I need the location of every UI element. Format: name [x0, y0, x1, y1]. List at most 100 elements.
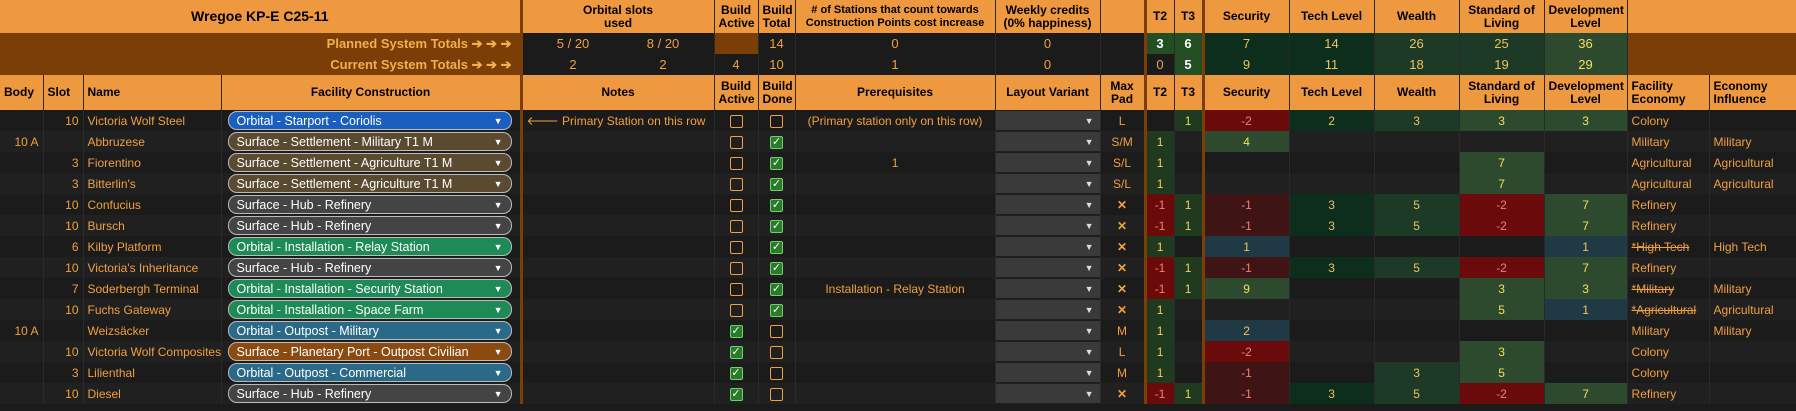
slot-cell[interactable]: 3: [43, 173, 84, 194]
name-cell[interactable]: Weizsäcker: [83, 320, 222, 341]
body-cell[interactable]: [0, 299, 44, 320]
facility-dropdown[interactable]: Orbital - Outpost - Military ▼: [227, 321, 512, 340]
checkbox-icon[interactable]: ✓: [729, 387, 743, 401]
checkbox-icon[interactable]: ✓: [729, 366, 743, 380]
dropdown-caret-icon[interactable]: ▼: [494, 137, 503, 147]
build-active-checkbox[interactable]: [714, 299, 759, 320]
checkbox-icon[interactable]: [770, 324, 784, 338]
body-cell[interactable]: [0, 236, 44, 257]
layout-dropdown[interactable]: ▼: [995, 300, 1100, 319]
slot-cell[interactable]: 6: [43, 236, 84, 257]
dropdown-caret-icon[interactable]: ▼: [494, 179, 503, 189]
layout-dropdown[interactable]: ▼: [995, 153, 1100, 172]
build-done-checkbox[interactable]: [758, 341, 796, 362]
facility-select[interactable]: Surface - Hub - Refinery ▼: [221, 215, 522, 236]
checkbox-icon[interactable]: ✓: [770, 282, 784, 296]
facility-select[interactable]: Surface - Hub - Refinery ▼: [221, 194, 522, 215]
build-active-checkbox[interactable]: ✓: [714, 320, 759, 341]
facility-select[interactable]: Surface - Hub - Refinery ▼: [221, 383, 522, 404]
build-active-checkbox[interactable]: [714, 110, 759, 131]
slot-cell[interactable]: 3: [43, 152, 84, 173]
layout-dropdown[interactable]: ▼: [995, 174, 1100, 193]
layout-variant-select[interactable]: ▼: [995, 131, 1101, 152]
dropdown-caret-icon[interactable]: ▼: [494, 305, 503, 315]
facility-dropdown[interactable]: Orbital - Installation - Relay Station ▼: [227, 237, 512, 256]
notes-cell[interactable]: 🡐 Primary Station on this row: [519, 110, 715, 131]
dropdown-caret-icon[interactable]: ▼: [1085, 158, 1094, 168]
build-done-checkbox[interactable]: ✓: [758, 173, 796, 194]
layout-variant-select[interactable]: ▼: [995, 341, 1101, 362]
facility-select[interactable]: Orbital - Outpost - Commercial ▼: [221, 362, 522, 383]
dropdown-caret-icon[interactable]: ▼: [494, 221, 503, 231]
checkbox-icon[interactable]: ✓: [770, 303, 784, 317]
body-cell[interactable]: [0, 152, 44, 173]
body-cell[interactable]: [0, 341, 44, 362]
checkbox-icon[interactable]: [770, 366, 784, 380]
notes-cell[interactable]: [519, 173, 715, 194]
build-active-checkbox[interactable]: ✓: [714, 341, 759, 362]
facility-select[interactable]: Orbital - Installation - Space Farm ▼: [221, 299, 522, 320]
checkbox-icon[interactable]: ✓: [770, 261, 784, 275]
build-active-checkbox[interactable]: ✓: [714, 362, 759, 383]
facility-select[interactable]: Surface - Settlement - Military T1 M ▼: [221, 131, 522, 152]
facility-select[interactable]: Orbital - Outpost - Military ▼: [221, 320, 522, 341]
checkbox-icon[interactable]: [729, 261, 743, 275]
layout-variant-select[interactable]: ▼: [995, 194, 1101, 215]
facility-dropdown[interactable]: Surface - Hub - Refinery ▼: [227, 216, 512, 235]
notes-cell[interactable]: [519, 257, 715, 278]
notes-cell[interactable]: [519, 383, 715, 404]
body-cell[interactable]: [0, 278, 44, 299]
layout-variant-select[interactable]: ▼: [995, 278, 1101, 299]
name-cell[interactable]: Lilienthal: [83, 362, 222, 383]
notes-cell[interactable]: [519, 236, 715, 257]
checkbox-icon[interactable]: [770, 387, 784, 401]
body-cell[interactable]: [0, 110, 44, 131]
dropdown-caret-icon[interactable]: ▼: [494, 242, 503, 252]
checkbox-icon[interactable]: [729, 303, 743, 317]
body-cell[interactable]: [0, 215, 44, 236]
layout-variant-select[interactable]: ▼: [995, 383, 1101, 404]
dropdown-caret-icon[interactable]: ▼: [494, 389, 503, 399]
build-done-checkbox[interactable]: [758, 383, 796, 404]
layout-dropdown[interactable]: ▼: [995, 237, 1100, 256]
facility-select[interactable]: Surface - Settlement - Agriculture T1 M ▼: [221, 152, 522, 173]
name-cell[interactable]: Victoria Wolf Composites: [83, 341, 222, 362]
name-cell[interactable]: Kilby Platform: [83, 236, 222, 257]
build-done-checkbox[interactable]: ✓: [758, 152, 796, 173]
layout-dropdown[interactable]: ▼: [995, 384, 1100, 403]
body-cell[interactable]: 10 A: [0, 131, 44, 152]
dropdown-caret-icon[interactable]: ▼: [1085, 389, 1094, 399]
checkbox-icon[interactable]: ✓: [770, 156, 784, 170]
build-active-checkbox[interactable]: [714, 194, 759, 215]
checkbox-icon[interactable]: [729, 114, 743, 128]
dropdown-caret-icon[interactable]: ▼: [1085, 263, 1094, 273]
facility-select[interactable]: Surface - Planetary Port - Outpost Civil…: [221, 341, 522, 362]
checkbox-icon[interactable]: ✓: [729, 345, 743, 359]
layout-variant-select[interactable]: ▼: [995, 152, 1101, 173]
checkbox-icon[interactable]: ✓: [770, 198, 784, 212]
checkbox-icon[interactable]: ✓: [770, 240, 784, 254]
body-cell[interactable]: [0, 383, 44, 404]
dropdown-caret-icon[interactable]: ▼: [1085, 305, 1094, 315]
layout-dropdown[interactable]: ▼: [995, 216, 1100, 235]
dropdown-caret-icon[interactable]: ▼: [1085, 179, 1094, 189]
notes-cell[interactable]: [519, 320, 715, 341]
notes-cell[interactable]: [519, 152, 715, 173]
build-active-checkbox[interactable]: [714, 278, 759, 299]
slot-cell[interactable]: 7: [43, 278, 84, 299]
layout-variant-select[interactable]: ▼: [995, 299, 1101, 320]
facility-select[interactable]: Orbital - Installation - Relay Station ▼: [221, 236, 522, 257]
dropdown-caret-icon[interactable]: ▼: [1085, 347, 1094, 357]
build-done-checkbox[interactable]: ✓: [758, 236, 796, 257]
facility-select[interactable]: Surface - Settlement - Agriculture T1 M ▼: [221, 173, 522, 194]
layout-variant-select[interactable]: ▼: [995, 257, 1101, 278]
body-cell[interactable]: 10 A: [0, 320, 44, 341]
name-cell[interactable]: Victoria's Inheritance: [83, 257, 222, 278]
facility-dropdown[interactable]: Surface - Settlement - Agriculture T1 M ▼: [227, 174, 512, 193]
facility-select[interactable]: Surface - Hub - Refinery ▼: [221, 257, 522, 278]
slot-cell[interactable]: [43, 320, 84, 341]
dropdown-caret-icon[interactable]: ▼: [1085, 137, 1094, 147]
facility-dropdown[interactable]: Surface - Hub - Refinery ▼: [227, 195, 512, 214]
layout-dropdown[interactable]: ▼: [995, 258, 1100, 277]
facility-dropdown[interactable]: Surface - Settlement - Military T1 M ▼: [227, 132, 512, 151]
